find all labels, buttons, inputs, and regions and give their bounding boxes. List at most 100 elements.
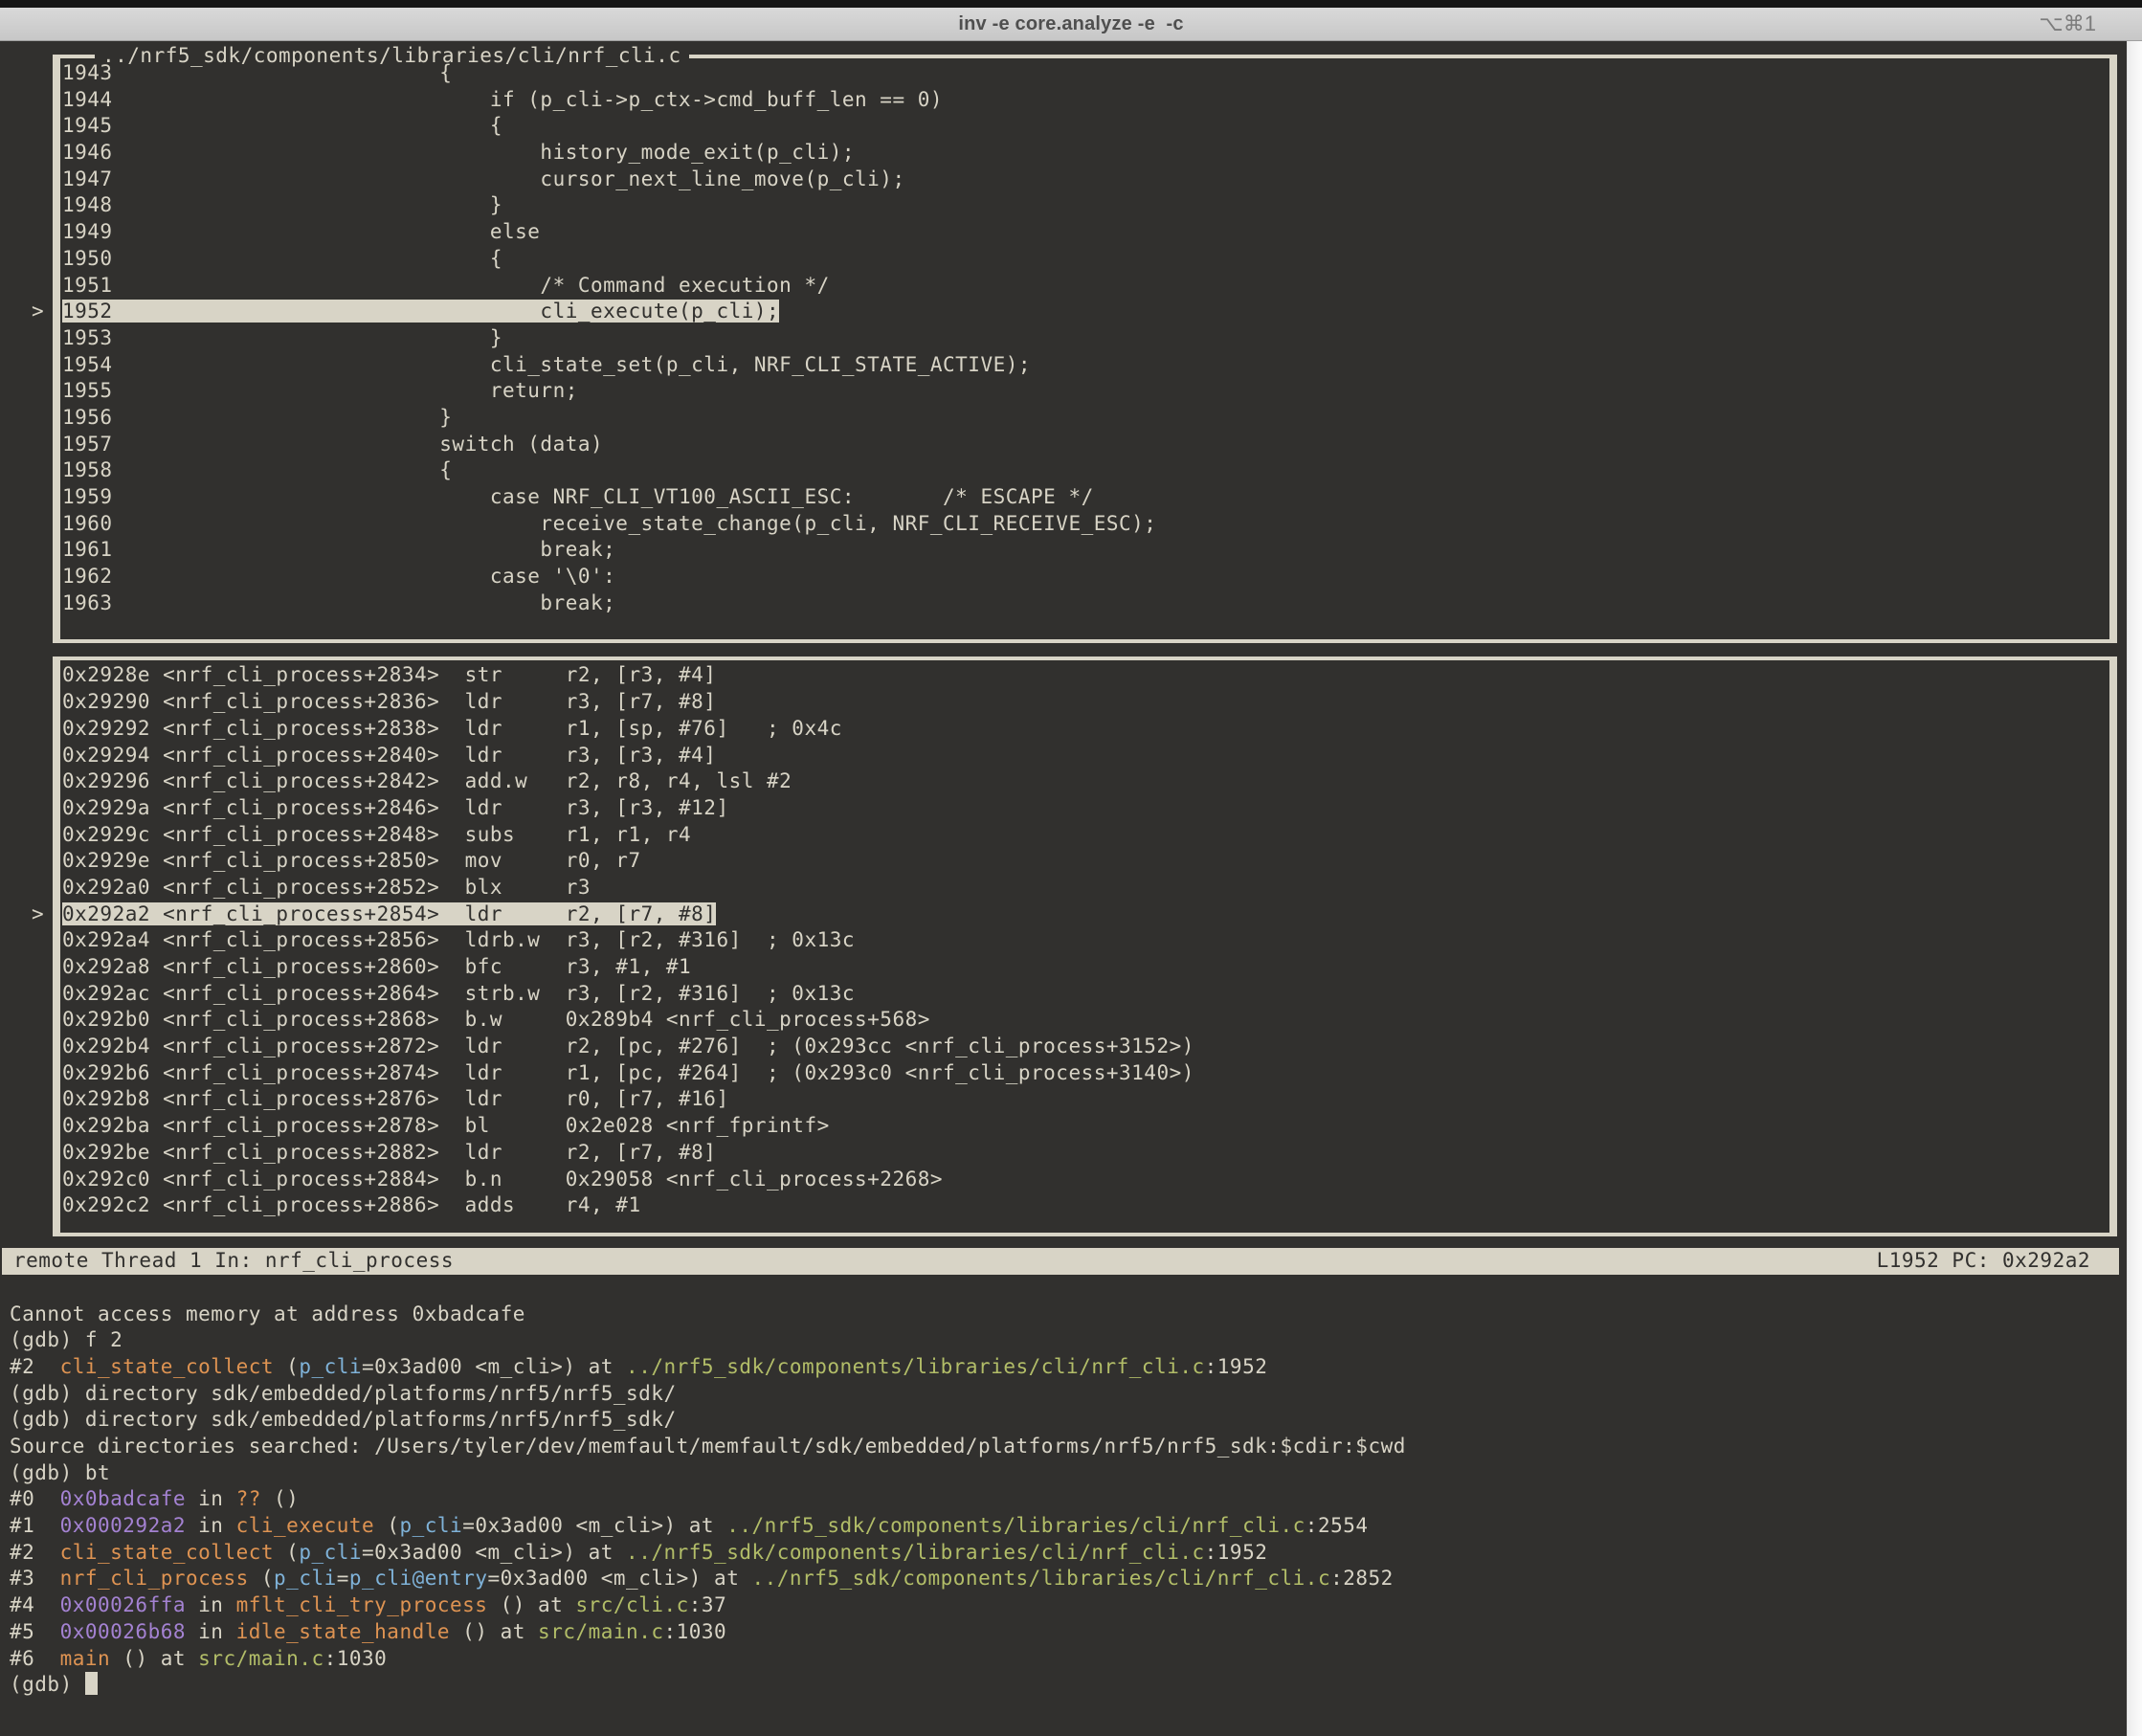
console-text: :37 bbox=[689, 1593, 726, 1616]
console-text: #6 bbox=[10, 1647, 60, 1670]
source-line: 1947 cursor_next_line_move(p_cli); bbox=[62, 167, 2109, 193]
disassembly-line: >0x292a2 <nrf_cli_process+2854> ldr r2, … bbox=[62, 901, 2109, 928]
source-line: 1960 receive_state_change(p_cli, NRF_CLI… bbox=[62, 511, 2109, 538]
disassembly-line: 0x2928e <nrf_cli_process+2834> str r2, [… bbox=[62, 662, 2109, 689]
console-text: (gdb) directory sdk/embedded/platforms/n… bbox=[10, 1408, 677, 1431]
console-line: Source directories searched: /Users/tyle… bbox=[10, 1434, 2117, 1460]
function-name: cli_execute bbox=[236, 1514, 375, 1537]
current-instruction-marker: > bbox=[32, 901, 44, 928]
file-path: src/main.c bbox=[538, 1620, 663, 1643]
disassembly-line: 0x292be <nrf_cli_process+2882> ldr r2, [… bbox=[62, 1140, 2109, 1167]
console-text: Source directories searched: /Users/tyle… bbox=[10, 1435, 1406, 1458]
source-line: 1944 if (p_cli->p_ctx->cmd_buff_len == 0… bbox=[62, 87, 2109, 114]
source-line: 1948 } bbox=[62, 192, 2109, 219]
disassembly-pane[interactable]: 0x2928e <nrf_cli_process+2834> str r2, [… bbox=[53, 657, 2117, 1235]
console-text: ( bbox=[274, 1541, 299, 1564]
disassembly-lines: 0x2928e <nrf_cli_process+2834> str r2, [… bbox=[60, 660, 2109, 1232]
console-line: #5 0x00026b68 in idle_state_handle () at… bbox=[10, 1619, 2117, 1646]
console-line: #6 main () at src/main.c:1030 bbox=[10, 1646, 2117, 1673]
variable-name: p_cli bbox=[399, 1514, 462, 1537]
file-path: ../nrf5_sdk/components/libraries/cli/nrf… bbox=[726, 1514, 1305, 1537]
console-text: :2852 bbox=[1330, 1567, 1394, 1590]
console-text: in bbox=[186, 1514, 236, 1537]
disassembly-line: 0x292a4 <nrf_cli_process+2856> ldrb.w r3… bbox=[62, 927, 2109, 954]
source-pane[interactable]: ../nrf5_sdk/components/libraries/cli/nrf… bbox=[53, 55, 2117, 643]
console-text: :1952 bbox=[1205, 1355, 1268, 1378]
source-line: >1952 cli_execute(p_cli); bbox=[62, 299, 2109, 325]
console-text: =0x3ad00 <m_cli>) at bbox=[362, 1541, 626, 1564]
console-line: #1 0x000292a2 in cli_execute (p_cli=0x3a… bbox=[10, 1513, 2117, 1540]
console-text: ( bbox=[374, 1514, 399, 1537]
console-line: #4 0x00026ffa in mflt_cli_try_process ()… bbox=[10, 1592, 2117, 1619]
source-line: 1956 } bbox=[62, 405, 2109, 432]
disassembly-line: 0x292b4 <nrf_cli_process+2872> ldr r2, [… bbox=[62, 1034, 2109, 1060]
console-text: in bbox=[186, 1620, 236, 1643]
console-text: = bbox=[337, 1567, 349, 1590]
window-titlebar[interactable]: inv -e core.analyze -e -c ⌥⌘1 bbox=[0, 8, 2142, 41]
source-line: 1962 case '\0': bbox=[62, 564, 2109, 590]
file-path: ../nrf5_sdk/components/libraries/cli/nrf… bbox=[752, 1567, 1331, 1590]
console-text: () bbox=[261, 1487, 299, 1510]
console-text: :1030 bbox=[663, 1620, 726, 1643]
console-line: Cannot access memory at address 0xbadcaf… bbox=[10, 1302, 2117, 1328]
function-name: nrf_cli_process bbox=[60, 1567, 249, 1590]
source-lines: 1943 {1944 if (p_cli->p_ctx->cmd_buff_le… bbox=[60, 58, 2109, 639]
function-name: main bbox=[60, 1647, 111, 1670]
source-line: 1955 return; bbox=[62, 378, 2109, 405]
console-text: ( bbox=[249, 1567, 274, 1590]
function-name: mflt_cli_try_process bbox=[236, 1593, 488, 1616]
scrollbar-track[interactable] bbox=[2127, 41, 2142, 1736]
console-text: #2 bbox=[10, 1355, 60, 1378]
source-line: 1961 break; bbox=[62, 537, 2109, 564]
gdb-console[interactable]: Cannot access memory at address 0xbadcaf… bbox=[10, 1302, 2117, 1699]
disassembly-line: 0x29294 <nrf_cli_process+2840> ldr r3, [… bbox=[62, 743, 2109, 769]
console-text: ( bbox=[274, 1355, 299, 1378]
disassembly-line: 0x292b0 <nrf_cli_process+2868> b.w 0x289… bbox=[62, 1007, 2109, 1034]
console-line: #0 0x0badcafe in ?? () bbox=[10, 1486, 2117, 1513]
file-path: src/main.c bbox=[198, 1647, 324, 1670]
disassembly-line: 0x292c2 <nrf_cli_process+2886> adds r4, … bbox=[62, 1192, 2109, 1219]
disassembly-line: 0x292a8 <nrf_cli_process+2860> bfc r3, #… bbox=[62, 954, 2109, 981]
disassembly-line: 0x292ac <nrf_cli_process+2864> strb.w r3… bbox=[62, 981, 2109, 1008]
console-text: () at bbox=[110, 1647, 198, 1670]
function-name: ?? bbox=[236, 1487, 261, 1510]
current-line-marker: > bbox=[32, 299, 44, 325]
address-text: 0x000292a2 bbox=[60, 1514, 186, 1537]
console-text: #3 bbox=[10, 1567, 60, 1590]
source-line: 1959 case NRF_CLI_VT100_ASCII_ESC: /* ES… bbox=[62, 484, 2109, 511]
console-line: (gdb) f 2 bbox=[10, 1327, 2117, 1354]
console-text: =0x3ad00 <m_cli>) at bbox=[462, 1514, 726, 1537]
console-line: (gdb) bt bbox=[10, 1460, 2117, 1487]
terminal-body[interactable]: ../nrf5_sdk/components/libraries/cli/nrf… bbox=[0, 41, 2142, 1736]
console-text: (gdb) directory sdk/embedded/platforms/n… bbox=[10, 1382, 677, 1405]
function-name: idle_state_handle bbox=[236, 1620, 450, 1643]
file-path: ../nrf5_sdk/components/libraries/cli/nrf… bbox=[626, 1541, 1205, 1564]
disassembly-line: 0x292c0 <nrf_cli_process+2884> b.n 0x290… bbox=[62, 1167, 2109, 1193]
disassembly-line: 0x292b6 <nrf_cli_process+2874> ldr r1, [… bbox=[62, 1060, 2109, 1087]
disassembly-line: 0x292b8 <nrf_cli_process+2876> ldr r0, [… bbox=[62, 1086, 2109, 1113]
gdb-prompt-line[interactable]: (gdb) bbox=[10, 1672, 2117, 1699]
window-title: inv -e core.analyze -e -c bbox=[958, 13, 1183, 35]
console-text: (gdb) bt bbox=[10, 1461, 110, 1484]
source-line: 1950 { bbox=[62, 246, 2109, 273]
console-text: =0x3ad00 <m_cli>) at bbox=[362, 1355, 626, 1378]
console-text: Cannot access memory at address 0xbadcaf… bbox=[10, 1302, 525, 1325]
console-line: #2 cli_state_collect (p_cli=0x3ad00 <m_c… bbox=[10, 1540, 2117, 1567]
terminal-cursor[interactable] bbox=[85, 1672, 98, 1695]
disassembly-line: 0x29290 <nrf_cli_process+2836> ldr r3, [… bbox=[62, 689, 2109, 716]
disassembly-line: 0x29296 <nrf_cli_process+2842> add.w r2,… bbox=[62, 768, 2109, 795]
file-path: src/cli.c bbox=[575, 1593, 688, 1616]
disassembly-line: 0x2929c <nrf_cli_process+2848> subs r1, … bbox=[62, 822, 2109, 849]
console-text: () at bbox=[450, 1620, 538, 1643]
function-name: cli_state_collect bbox=[60, 1541, 274, 1564]
source-line: 1953 } bbox=[62, 325, 2109, 352]
source-line: 1954 cli_state_set(p_cli, NRF_CLI_STATE_… bbox=[62, 352, 2109, 379]
console-text: () at bbox=[487, 1593, 575, 1616]
disassembly-line: 0x292ba <nrf_cli_process+2878> bl 0x2e02… bbox=[62, 1113, 2109, 1140]
terminal-window: inv -e core.analyze -e -c ⌥⌘1 ../nrf5_sd… bbox=[0, 0, 2142, 1736]
console-text: :2554 bbox=[1305, 1514, 1369, 1537]
disassembly-line: 0x2929a <nrf_cli_process+2846> ldr r3, [… bbox=[62, 795, 2109, 822]
source-line: 1963 break; bbox=[62, 590, 2109, 617]
disassembly-line: 0x2929e <nrf_cli_process+2850> mov r0, r… bbox=[62, 848, 2109, 875]
file-path: ../nrf5_sdk/components/libraries/cli/nrf… bbox=[626, 1355, 1205, 1378]
